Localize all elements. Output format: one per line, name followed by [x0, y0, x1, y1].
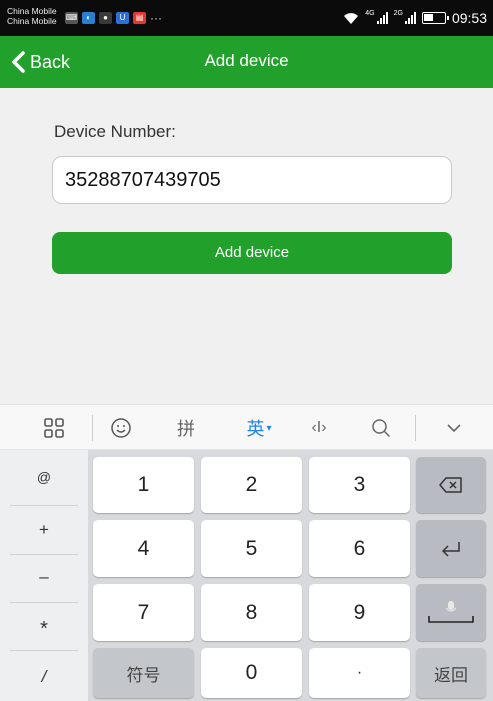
- key-9[interactable]: 9: [309, 584, 410, 641]
- key-5[interactable]: 5: [201, 520, 302, 577]
- clock: 09:53: [451, 10, 487, 26]
- carrier-2: China Mobile: [7, 16, 57, 26]
- key-8[interactable]: 8: [201, 584, 302, 641]
- network-type-2: 2G: [393, 10, 403, 17]
- symbol-key-slash[interactable]: /: [0, 667, 88, 687]
- more-notifications: ···: [150, 11, 162, 25]
- carrier-info: China Mobile China Mobile: [7, 6, 57, 26]
- page-title: Add device: [204, 51, 289, 70]
- app-icon: ◐: [82, 12, 95, 24]
- return-key[interactable]: 返回: [416, 648, 486, 698]
- signal-icon-1: [376, 12, 388, 24]
- nav-bar: Back Add device: [0, 36, 493, 88]
- pinyin-mode-button[interactable]: 拼: [166, 405, 206, 451]
- symbol-key-at[interactable]: @: [0, 469, 88, 485]
- emoji-icon[interactable]: [101, 405, 141, 451]
- enter-icon: [442, 541, 460, 557]
- backspace-icon: [439, 477, 462, 493]
- key-1[interactable]: 1: [93, 457, 194, 513]
- caret-down-icon: ▾: [266, 422, 272, 434]
- key-6[interactable]: 6: [309, 520, 410, 577]
- key-4[interactable]: 4: [93, 520, 194, 577]
- keyboard-toolbar: 拼 英 ▾ ‹I›: [0, 404, 493, 450]
- enter-key[interactable]: [416, 520, 486, 577]
- english-mode-button[interactable]: 英 ▾: [236, 405, 282, 451]
- key-0[interactable]: 0: [201, 648, 302, 698]
- grid-menu-icon[interactable]: [34, 405, 74, 451]
- symbol-column: @ + – * /: [0, 450, 88, 701]
- status-bar: China Mobile China Mobile ⌨ ◐ ● U ▤ ··· …: [0, 0, 493, 36]
- key-2[interactable]: 2: [201, 457, 302, 513]
- numeric-keyboard: @ + – * / 1 2 3 4 5 6 7 8 9 符号 0 · 返回: [0, 450, 493, 701]
- toutiao-icon: ▤: [133, 12, 146, 24]
- english-mode-label: 英: [246, 419, 265, 439]
- space-key[interactable]: [416, 584, 486, 641]
- symbol-key-asterisk[interactable]: *: [0, 618, 88, 641]
- keyboard-icon: ⌨: [65, 12, 78, 24]
- dot-key[interactable]: ·: [309, 648, 410, 698]
- toolbar-divider: [415, 415, 416, 441]
- symbols-key[interactable]: 符号: [93, 648, 194, 698]
- symbol-key-plus[interactable]: +: [0, 520, 88, 540]
- battery-icon: [421, 12, 449, 24]
- form-area: Device Number: 35288707439705 Add device: [0, 88, 493, 404]
- system-status: 4G 2G 09:53: [343, 10, 487, 26]
- search-icon[interactable]: [361, 405, 401, 451]
- screen: China Mobile China Mobile ⌨ ◐ ● U ▤ ··· …: [0, 0, 493, 701]
- notification-icons: ⌨ ◐ ● U ▤ ···: [65, 11, 162, 25]
- wechat-icon: ●: [99, 12, 112, 24]
- network-type-1: 4G: [365, 10, 375, 17]
- symbol-key-minus[interactable]: –: [0, 567, 88, 587]
- divider: [10, 602, 78, 603]
- cursor-control-button[interactable]: ‹I›: [299, 405, 339, 451]
- space-mic-icon: [428, 600, 474, 623]
- collapse-keyboard-icon[interactable]: [434, 405, 474, 451]
- divider: [10, 554, 78, 555]
- u-icon: U: [116, 12, 129, 24]
- divider: [10, 650, 78, 651]
- carrier-1: China Mobile: [7, 6, 57, 16]
- backspace-key[interactable]: [416, 457, 486, 513]
- device-number-input[interactable]: 35288707439705: [52, 156, 452, 204]
- key-3[interactable]: 3: [309, 457, 410, 513]
- key-7[interactable]: 7: [93, 584, 194, 641]
- add-device-button[interactable]: Add device: [52, 232, 452, 274]
- battery-level: [423, 14, 433, 21]
- toolbar-divider: [92, 415, 93, 441]
- device-number-label: Device Number:: [54, 122, 176, 141]
- signal-icon-2: [404, 12, 416, 24]
- divider: [10, 505, 78, 506]
- wifi-icon: [344, 12, 359, 24]
